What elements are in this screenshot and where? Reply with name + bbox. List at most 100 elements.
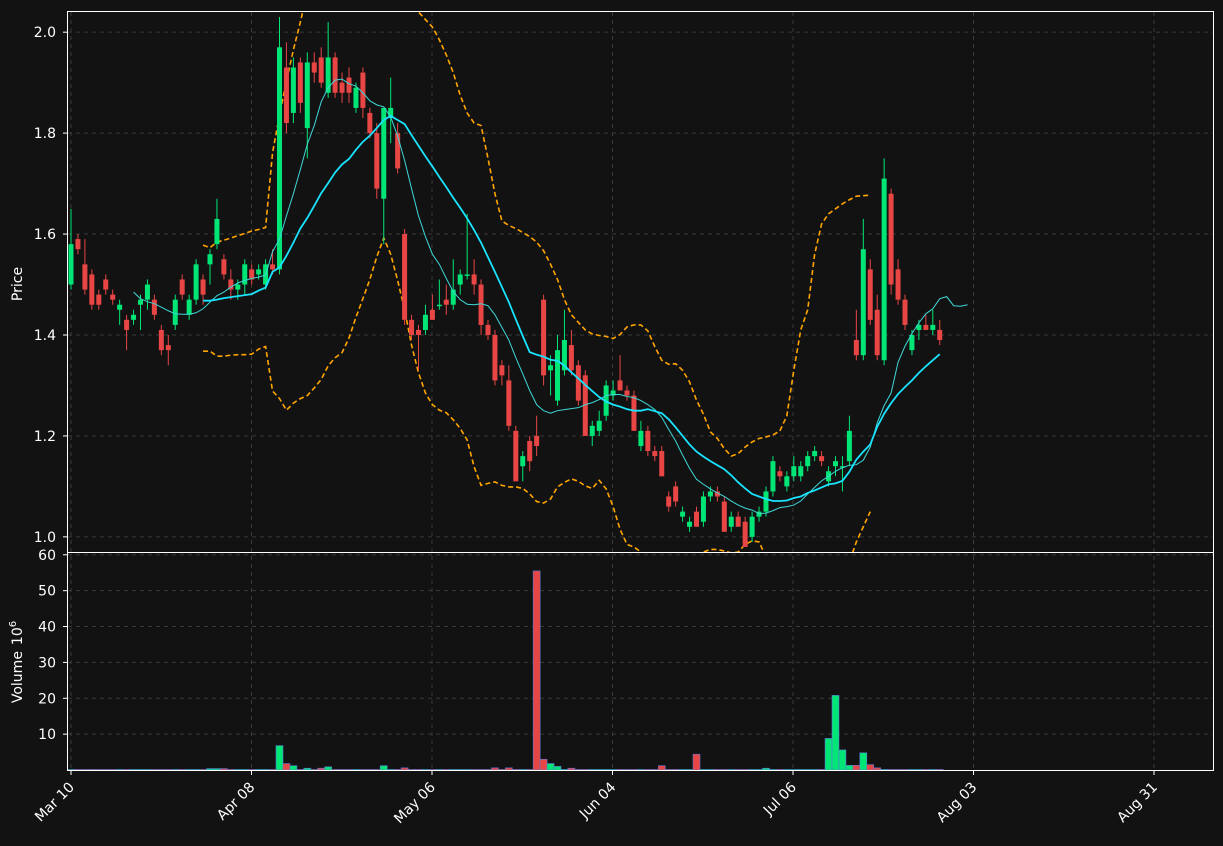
volume-bar	[692, 753, 701, 771]
volume-bar	[532, 570, 541, 771]
candle-body	[548, 365, 554, 371]
candle-body	[860, 249, 866, 356]
candlestick-volume-chart: 1.01.21.41.61.82.0 102030405060 Mar 10 Ap…	[0, 0, 1223, 842]
candle-body	[902, 299, 908, 325]
candle-body	[395, 133, 401, 169]
volume-tick-label: 30	[38, 655, 56, 671]
candle-body	[339, 82, 345, 93]
candle-body	[332, 57, 338, 93]
candle-body	[541, 299, 547, 376]
candle-body	[82, 264, 88, 290]
candle-body	[402, 234, 408, 320]
candle-body	[443, 299, 449, 305]
price-tick-label: 1.2	[34, 429, 56, 445]
candle-body	[867, 269, 873, 320]
candle-body	[214, 218, 220, 245]
candle-body	[812, 451, 818, 457]
candle-body	[360, 72, 366, 108]
candle-body	[304, 62, 310, 129]
candle-body	[833, 461, 838, 467]
volume-bar	[400, 767, 409, 771]
candle-body	[853, 340, 859, 356]
candle-body	[652, 451, 658, 457]
candle-body	[645, 430, 651, 452]
candle-body	[124, 319, 130, 330]
volume-label-exponent-power: 6	[8, 621, 19, 627]
candle-body	[728, 516, 734, 527]
candle-body	[534, 435, 540, 447]
candle-body	[617, 380, 623, 391]
candle-body	[429, 309, 435, 320]
candle-body	[575, 365, 581, 401]
volume-tick-label: 10	[38, 727, 56, 743]
price-axis-label: Price	[10, 267, 26, 301]
volume-bar	[289, 765, 298, 771]
price-tick-label: 1.8	[34, 126, 56, 142]
candle-body	[207, 254, 213, 265]
price-tick-label: 1.0	[34, 530, 56, 546]
volume-bar	[831, 695, 840, 771]
candle-body	[422, 314, 428, 330]
candle-body	[624, 390, 630, 396]
volume-tick-label: 20	[38, 691, 56, 707]
volume-bar	[213, 768, 221, 771]
candle-body	[103, 279, 109, 290]
volume-bar	[539, 758, 548, 771]
volume-bar	[873, 767, 882, 771]
volume-bar	[824, 738, 833, 771]
candle-body	[290, 67, 296, 113]
volume-bar	[220, 768, 228, 771]
candle-body	[277, 47, 282, 270]
candle-body	[464, 274, 470, 276]
candle-body	[589, 425, 595, 436]
candle-body	[68, 244, 74, 285]
candle-body	[694, 511, 699, 527]
candle-body	[506, 380, 512, 426]
volume-bar	[866, 764, 875, 771]
volume-bar	[762, 767, 770, 771]
candle-body	[763, 491, 769, 512]
candle-body	[791, 466, 797, 477]
volume-bar	[657, 765, 666, 771]
candle-body	[673, 486, 679, 502]
candle-body	[353, 87, 359, 108]
price-tick-label: 1.4	[34, 328, 56, 344]
candle-body	[596, 420, 602, 431]
candle-body	[666, 496, 672, 507]
volume-label-exponent-base: 10	[10, 627, 26, 645]
candle-body	[687, 521, 693, 527]
candle-body	[492, 334, 498, 381]
candle-body	[235, 284, 241, 290]
candle-body	[374, 133, 380, 189]
candle-body	[700, 496, 706, 522]
volume-bar	[275, 745, 284, 771]
candle-body	[270, 264, 276, 270]
candle-body	[805, 456, 811, 467]
candle-body	[798, 466, 804, 477]
candle-body	[221, 259, 227, 275]
volume-bar	[379, 765, 388, 771]
candle-body	[346, 77, 352, 93]
candle-body	[819, 456, 825, 462]
candle-body	[186, 299, 192, 315]
candle-body	[436, 304, 442, 307]
candle-body	[527, 440, 533, 462]
candle-body	[513, 430, 519, 482]
candle-body	[659, 451, 665, 477]
volume-bar	[317, 767, 326, 771]
candle-body	[151, 299, 157, 315]
candle-body	[179, 279, 185, 295]
candle-body	[520, 456, 526, 467]
candle-body	[172, 299, 178, 325]
candle-body	[416, 329, 421, 335]
candle-body	[200, 279, 206, 295]
volume-bar	[859, 752, 868, 771]
candle-body	[158, 329, 164, 351]
volume-bar	[838, 749, 847, 771]
volume-bar	[546, 763, 555, 771]
candle-body	[297, 62, 303, 103]
candle-body	[96, 294, 102, 305]
candle-body	[367, 112, 373, 134]
volume-bar	[303, 767, 312, 771]
candle-body	[193, 264, 199, 300]
